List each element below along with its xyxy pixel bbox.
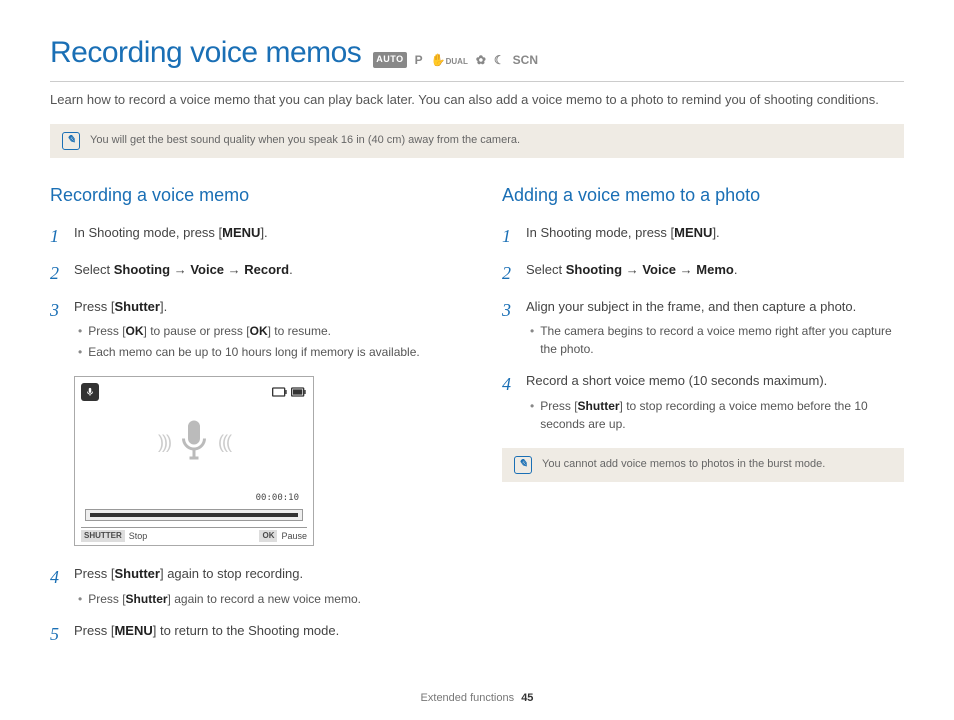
left-column: Recording a voice memo 1 In Shooting mod… [50,182,452,658]
mic-icon [81,383,99,401]
title-divider [50,81,904,82]
stop-label: Stop [129,530,148,544]
step-text: Select Shooting → Voice → Memo. [526,260,904,287]
right-heading: Adding a voice memo to a photo [502,182,904,209]
left-heading: Recording a voice memo [50,182,452,209]
battery-icons [272,387,307,397]
right-column: Adding a voice memo to a photo 1 In Shoo… [502,182,904,658]
step-number: 1 [50,223,64,250]
right-step-2: 2 Select Shooting → Voice → Memo. [502,260,904,287]
step-text: Press [Shutter] again to stop recording.… [74,564,452,611]
step-text: Press [MENU] to return to the Shooting m… [74,621,452,648]
step-number: 3 [502,297,516,362]
shutter-tag: SHUTTER [81,530,125,542]
left-step-4: 4 Press [Shutter] again to stop recordin… [50,564,452,611]
note-icon: ✎ [514,456,532,474]
mode-p-icon: P [415,51,423,69]
left-step-1: 1 In Shooting mode, press [MENU]. [50,223,452,250]
sound-wave-right-icon: ((( [218,429,230,456]
left-step-3: 3 Press [Shutter]. •Press [OK] to pause … [50,297,452,365]
note-icon: ✎ [62,132,80,150]
pause-label: Pause [281,530,307,544]
footer-section: Extended functions [421,692,515,704]
top-note: ✎ You will get the best sound quality wh… [50,124,904,158]
elapsed-time: 00:00:10 [256,492,299,506]
mode-strip: AUTO P ✋DUAL ✿ ☾ SCN [373,51,538,69]
mode-night-icon: ☾ [494,51,505,69]
mode-auto-icon: AUTO [373,52,406,68]
step-text: In Shooting mode, press [MENU]. [74,223,452,250]
step-number: 4 [50,564,64,611]
right-step-1: 1 In Shooting mode, press [MENU]. [502,223,904,250]
step-number: 1 [502,223,516,250]
step-text: In Shooting mode, press [MENU]. [526,223,904,250]
sound-wave-left-icon: ))) [158,429,170,456]
step-number: 3 [50,297,64,365]
right-step-4: 4 Record a short voice memo (10 seconds … [502,371,904,436]
step-text: Press [Shutter]. •Press [OK] to pause or… [74,297,452,365]
right-step-3: 3 Align your subject in the frame, and t… [502,297,904,362]
right-note: ✎ You cannot add voice memos to photos i… [502,448,904,482]
mode-dual-icon: ✋DUAL [431,51,468,69]
mode-beauty-icon: ✿ [476,51,486,69]
camera-screen-mock: ))) ((( 00:00:10 SHUTTER Stop OK Pause [74,376,314,546]
step-number: 4 [502,371,516,436]
progress-bar [85,509,303,521]
ok-tag: OK [259,530,277,542]
step-text: Align your subject in the frame, and the… [526,297,904,362]
step-number: 2 [50,260,64,287]
step-text: Record a short voice memo (10 seconds ma… [526,371,904,436]
page-title: Recording voice memos [50,30,361,75]
step-number: 2 [502,260,516,287]
page-number: 45 [521,692,533,704]
step-number: 5 [50,621,64,648]
left-step-2: 2 Select Shooting → Voice → Record. [50,260,452,287]
mode-scn-icon: SCN [513,51,538,69]
step-text: Select Shooting → Voice → Record. [74,260,452,287]
page-footer: Extended functions 45 [0,690,954,707]
note-text: You cannot add voice memos to photos in … [542,456,825,473]
note-text: You will get the best sound quality when… [90,132,520,149]
microphone-icon [176,417,212,469]
left-step-5: 5 Press [MENU] to return to the Shooting… [50,621,452,648]
intro-text: Learn how to record a voice memo that yo… [50,90,904,110]
